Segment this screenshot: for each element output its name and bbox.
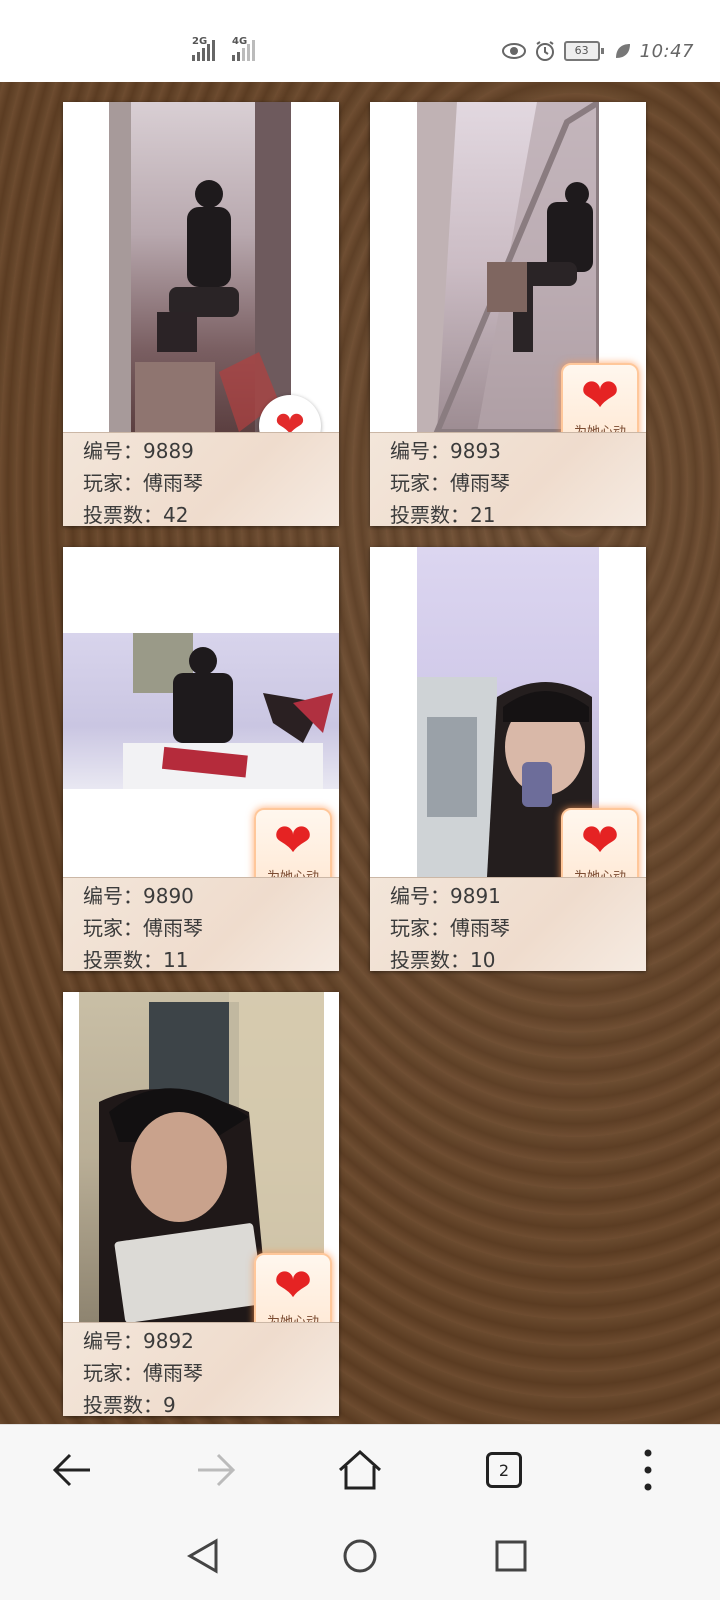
player-name: 傅雨琴 [143, 471, 203, 495]
vote-count: 42 [163, 503, 189, 527]
heart-icon: ❤ [273, 1258, 313, 1312]
alarm-icon [535, 41, 554, 61]
status-right: 63 10:47 [501, 40, 694, 62]
contestant-photo[interactable] [109, 102, 291, 432]
card-votes-row: 投票数：21 [390, 499, 646, 531]
card-info: 编号：9890 玩家：傅雨琴 投票数：11 [63, 877, 339, 972]
signal-2g-icon: 2G [192, 36, 215, 61]
card-info: 编号：9891 玩家：傅雨琴 投票数：10 [370, 877, 646, 972]
card-number-row: 编号：9890 [83, 880, 339, 912]
player-name: 傅雨琴 [143, 1361, 203, 1385]
system-home-icon[interactable] [342, 1538, 378, 1574]
card-number: 9890 [143, 884, 194, 908]
card-player-row: 玩家：傅雨琴 [390, 912, 646, 944]
contestant-card[interactable]: ❤ 编号：9889 玩家：傅雨琴 投票数：42 [63, 102, 339, 527]
vote-count: 9 [163, 1393, 176, 1417]
contestant-card[interactable]: ❤ 为她心动 编号：9890 玩家：傅雨琴 投票数：11 [63, 547, 339, 972]
more-vert-icon [644, 1449, 652, 1491]
number-label: 编号： [83, 439, 143, 463]
player-label: 玩家： [390, 916, 450, 940]
player-name: 傅雨琴 [143, 916, 203, 940]
votes-label: 投票数： [390, 948, 470, 972]
battery-level: 63 [574, 44, 589, 57]
card-number-row: 编号：9891 [390, 880, 646, 912]
network-type-1: 2G [192, 36, 208, 47]
card-number: 9889 [143, 439, 194, 463]
card-info: 编号：9892 玩家：傅雨琴 投票数：9 [63, 1322, 339, 1417]
card-votes-row: 投票数：9 [83, 1389, 339, 1421]
votes-label: 投票数： [83, 1393, 163, 1417]
status-bar: 2G 4G 63 10:47 [0, 0, 720, 80]
contestant-photo[interactable] [63, 633, 339, 789]
number-label: 编号： [83, 1329, 143, 1353]
browser-toolbar: 2 [0, 1424, 720, 1515]
card-votes-row: 投票数：11 [83, 944, 339, 976]
system-back-icon[interactable] [186, 1538, 220, 1574]
votes-label: 投票数： [390, 503, 470, 527]
card-player-row: 玩家：傅雨琴 [83, 1357, 339, 1389]
heart-icon: ❤ [580, 368, 620, 422]
contestant-card[interactable]: ❤ 为她心动 编号：9891 玩家：傅雨琴 投票数：10 [370, 547, 646, 972]
menu-button[interactable] [618, 1445, 678, 1495]
vote-count: 11 [163, 948, 189, 972]
card-number-row: 编号：9893 [390, 435, 646, 467]
card-player-row: 玩家：傅雨琴 [83, 467, 339, 499]
back-arrow-icon [52, 1453, 90, 1487]
heart-icon: ❤ [273, 813, 313, 867]
eye-icon [501, 43, 526, 59]
votes-label: 投票数： [83, 503, 163, 527]
tabs-button[interactable]: 2 [474, 1445, 534, 1495]
vote-count: 21 [470, 503, 496, 527]
votes-label: 投票数： [83, 948, 163, 972]
card-player-row: 玩家：傅雨琴 [390, 467, 646, 499]
battery-icon: 63 [563, 41, 604, 61]
number-label: 编号： [390, 439, 450, 463]
contestant-card[interactable]: ❤ 为她心动 编号：9893 玩家：傅雨琴 投票数：21 [370, 102, 646, 527]
vote-count: 10 [470, 948, 496, 972]
clock: 10:47 [639, 40, 694, 62]
player-name: 傅雨琴 [450, 471, 510, 495]
heart-icon: ❤ [580, 813, 620, 867]
home-button[interactable] [330, 1445, 390, 1495]
player-label: 玩家： [83, 916, 143, 940]
signal-4g-icon: 4G [232, 36, 255, 61]
player-label: 玩家： [83, 471, 143, 495]
forward-button[interactable] [186, 1445, 246, 1495]
contestant-gallery: ❤ 编号：9889 玩家：傅雨琴 投票数：42 ❤ 为她心动 编号 [0, 82, 720, 1424]
card-number-row: 编号：9889 [83, 435, 339, 467]
forward-arrow-icon [198, 1453, 236, 1487]
system-recents-icon[interactable] [495, 1540, 527, 1572]
card-player-row: 玩家：傅雨琴 [83, 912, 339, 944]
card-votes-row: 投票数：42 [83, 499, 339, 531]
home-icon [338, 1449, 382, 1490]
number-label: 编号： [83, 884, 143, 908]
card-number: 9891 [450, 884, 501, 908]
card-info: 编号：9893 玩家：傅雨琴 投票数：21 [370, 432, 646, 527]
card-info: 编号：9889 玩家：傅雨琴 投票数：42 [63, 432, 339, 527]
tab-count: 2 [498, 1460, 510, 1480]
player-label: 玩家： [390, 471, 450, 495]
player-name: 傅雨琴 [450, 916, 510, 940]
back-button[interactable] [42, 1445, 102, 1495]
card-votes-row: 投票数：10 [390, 944, 646, 976]
system-nav-bar [0, 1514, 720, 1600]
player-label: 玩家： [83, 1361, 143, 1385]
card-number: 9892 [143, 1329, 194, 1353]
tab-count-icon: 2 [486, 1452, 522, 1488]
card-number-row: 编号：9892 [83, 1325, 339, 1357]
card-number: 9893 [450, 439, 501, 463]
contestant-card[interactable]: ❤ 为她心动 编号：9892 玩家：傅雨琴 投票数：9 [63, 992, 339, 1417]
number-label: 编号： [390, 884, 450, 908]
leaf-icon [615, 44, 630, 58]
network-type-2: 4G [232, 36, 248, 47]
